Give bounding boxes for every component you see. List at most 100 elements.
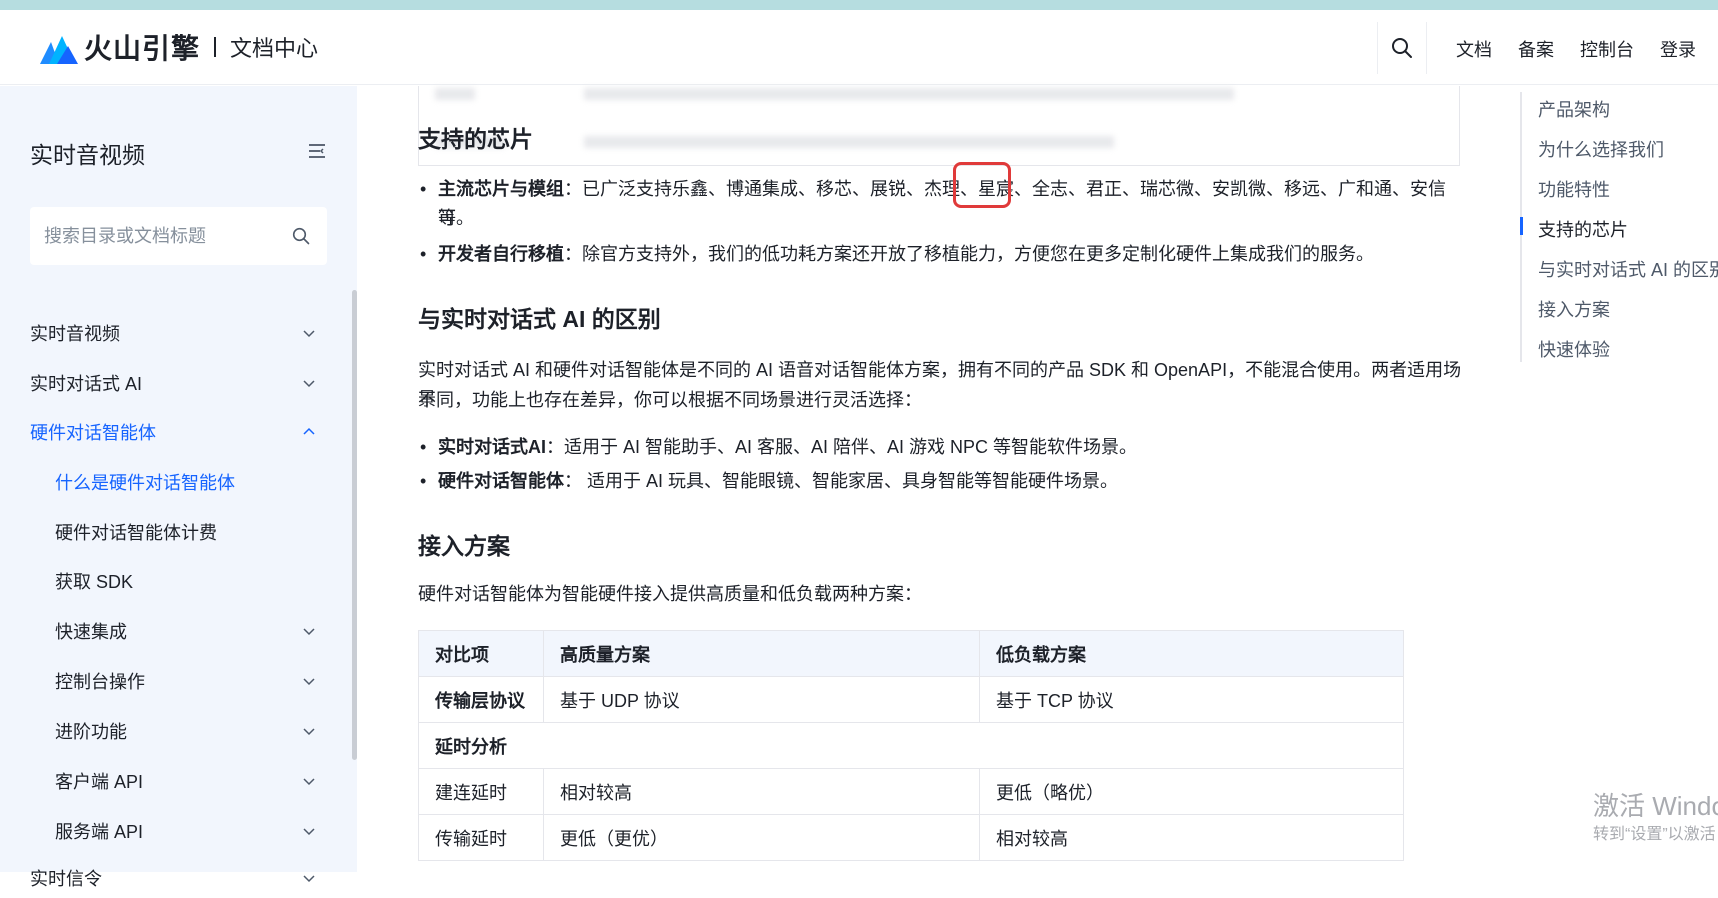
sidebar: 实时音视频 实时音视频 实时对话式 AI 硬件对话智能体 什么是硬件对话智能体 … bbox=[0, 86, 357, 889]
table-section-cell: 延时分析 bbox=[418, 722, 1404, 769]
sidebar-item-hardware-agent[interactable]: 硬件对话智能体 bbox=[30, 412, 330, 452]
highlight-box bbox=[953, 162, 1011, 208]
toc-item[interactable]: 产品架构 bbox=[1538, 96, 1610, 122]
sidebar-item-label: 进阶功能 bbox=[55, 722, 127, 742]
toc-active-marker bbox=[1520, 217, 1523, 235]
bullet-title: 实时对话式AI bbox=[438, 437, 546, 457]
bullet-text: ：已广泛支持乐鑫、博通集成、移芯、展锐、杰理、星宸、全志、君正、瑞芯微、安凯微、… bbox=[438, 179, 1446, 228]
bullet-continuation: 等。 bbox=[438, 208, 474, 228]
sidebar-item-quick-integration[interactable]: 快速集成 bbox=[55, 611, 330, 651]
table-header-cell: 高质量方案 bbox=[543, 630, 980, 677]
bullet-title: 开发者自行移植 bbox=[438, 244, 564, 264]
sidebar-item-realtime-signaling[interactable]: 实时信令 bbox=[30, 858, 330, 898]
previous-table-fragment bbox=[418, 86, 1460, 166]
sidebar-title: 实时音视频 bbox=[30, 142, 145, 168]
sidebar-item-label: 获取 SDK bbox=[55, 572, 134, 592]
table-header-cell: 低负载方案 bbox=[979, 630, 1404, 677]
sidebar-item-label: 服务端 API bbox=[55, 822, 144, 842]
bullet-text: ：除官方支持外，我们的低功耗方案还开放了移植能力，方便您在更多定制化硬件上集成我… bbox=[564, 244, 1374, 264]
table-header-row: 对比项 高质量方案 低负载方案 bbox=[418, 630, 1404, 677]
chevron-down-icon bbox=[303, 330, 315, 338]
heading-access-plan: 接入方案 bbox=[418, 533, 510, 559]
toc-item[interactable]: 接入方案 bbox=[1538, 296, 1610, 322]
table-row: 延时分析 bbox=[418, 722, 1404, 769]
chevron-down-icon bbox=[303, 828, 315, 836]
table-cell: 传输延时 bbox=[418, 814, 544, 861]
sidebar-item-label: 快速集成 bbox=[55, 622, 127, 642]
table-cell: 相对较高 bbox=[543, 768, 980, 815]
nav-docs[interactable]: 文档 bbox=[1456, 36, 1492, 62]
table-row: 传输延时 更低（更优） 相对较高 bbox=[418, 814, 1404, 861]
logo-divider bbox=[214, 37, 217, 57]
sidebar-item-rtc[interactable]: 实时音视频 bbox=[30, 313, 330, 353]
windows-activation-hint: 转到“设置”以激活 Windows。 bbox=[1593, 826, 1718, 843]
bullet-title: 硬件对话智能体 bbox=[438, 471, 564, 491]
access-paragraph: 硬件对话智能体为智能硬件接入提供高质量和低负载两种方案： bbox=[418, 584, 922, 604]
header-divider bbox=[1426, 22, 1427, 74]
sidebar-item-get-sdk[interactable]: 获取 SDK bbox=[55, 561, 330, 601]
sidebar-search-input[interactable] bbox=[44, 207, 284, 265]
sidebar-item-client-api[interactable]: 客户端 API bbox=[55, 761, 330, 801]
search-icon[interactable] bbox=[1390, 36, 1414, 60]
sidebar-item-label: 硬件对话智能体 bbox=[30, 423, 156, 443]
nav-login[interactable]: 登录 bbox=[1660, 36, 1696, 62]
bullet-hardware-agent: 硬件对话智能体： 适用于 AI 玩具、智能眼镜、智能家居、具身智能等智能硬件场景… bbox=[418, 467, 1458, 496]
sidebar-item-billing[interactable]: 硬件对话智能体计费 bbox=[55, 512, 330, 552]
table-cell: 基于 TCP 协议 bbox=[979, 676, 1404, 723]
sidebar-item-label: 客户端 API bbox=[55, 772, 144, 792]
sidebar-item-what-is-hardware-agent[interactable]: 什么是硬件对话智能体 bbox=[55, 462, 330, 502]
sidebar-item-label: 控制台操作 bbox=[55, 672, 145, 692]
sidebar-item-realtime-ai[interactable]: 实时对话式 AI bbox=[30, 363, 330, 403]
bullet-title: 主流芯片与模组 bbox=[438, 179, 564, 199]
blurred-text bbox=[584, 136, 1114, 148]
table-cell: 相对较高 bbox=[979, 814, 1404, 861]
comparison-table: 对比项 高质量方案 低负载方案 传输层协议 基于 UDP 协议 基于 TCP 协… bbox=[418, 630, 1404, 861]
nav-filing[interactable]: 备案 bbox=[1518, 36, 1554, 62]
table-cell: 更低（略优） bbox=[979, 768, 1404, 815]
search-icon[interactable] bbox=[292, 227, 310, 245]
sidebar-item-label: 实时对话式 AI bbox=[30, 374, 143, 394]
table-row: 传输层协议 基于 UDP 协议 基于 TCP 协议 bbox=[418, 676, 1404, 723]
toc-item[interactable]: 为什么选择我们 bbox=[1538, 136, 1664, 162]
chevron-down-icon bbox=[303, 778, 315, 786]
sidebar-item-label: 实时信令 bbox=[30, 869, 102, 889]
sidebar-item-console-ops[interactable]: 控制台操作 bbox=[55, 661, 330, 701]
site-header: 火山引擎 文档中心 文档 备案 控制台 登录 bbox=[0, 10, 1718, 85]
table-cell: 更低（更优） bbox=[543, 814, 980, 861]
toc-item-current[interactable]: 支持的芯片 bbox=[1538, 216, 1628, 242]
sidebar-item-server-api[interactable]: 服务端 API bbox=[55, 811, 330, 851]
chevron-down-icon bbox=[303, 728, 315, 736]
chevron-down-icon bbox=[303, 678, 315, 686]
table-cell: 基于 UDP 协议 bbox=[543, 676, 980, 723]
chevron-down-icon bbox=[303, 380, 315, 388]
blurred-text bbox=[435, 88, 475, 100]
browser-top-strip bbox=[0, 0, 1718, 10]
table-cell: 传输层协议 bbox=[418, 676, 544, 723]
table-header-cell: 对比项 bbox=[418, 630, 544, 677]
table-cell: 建连延时 bbox=[418, 768, 544, 815]
sidebar-search bbox=[30, 207, 327, 265]
toc-item[interactable]: 与实时对话式 AI 的区别 bbox=[1538, 256, 1718, 282]
top-nav: 文档 备案 控制台 登录 bbox=[1456, 36, 1696, 62]
logo[interactable]: 火山引擎 文档中心 bbox=[40, 30, 318, 64]
chevron-down-icon bbox=[303, 628, 315, 636]
sidebar-scrollbar[interactable] bbox=[352, 290, 357, 760]
toc-item[interactable]: 快速体验 bbox=[1538, 336, 1610, 362]
bullet-text: ：适用于 AI 智能助手、AI 客服、AI 陪伴、AI 游戏 NPC 等智能软件… bbox=[546, 437, 1138, 457]
bullet-developer-porting: 开发者自行移植：除官方支持外，我们的低功耗方案还开放了移植能力，方便您在更多定制… bbox=[418, 240, 1458, 269]
nav-console[interactable]: 控制台 bbox=[1580, 36, 1634, 62]
sidebar-item-label: 硬件对话智能体计费 bbox=[55, 523, 217, 543]
sidebar-item-label: 什么是硬件对话智能体 bbox=[55, 473, 235, 493]
chevron-down-icon bbox=[303, 875, 315, 883]
bullet-mainstream-chips: 主流芯片与模组：已广泛支持乐鑫、博通集成、移芯、展锐、杰理、星宸、全志、君正、瑞… bbox=[418, 175, 1458, 233]
brand-name: 火山引擎 bbox=[84, 33, 201, 64]
volcano-logo-icon bbox=[40, 36, 78, 64]
bullet-text: ： 适用于 AI 玩具、智能眼镜、智能家居、具身智能等智能硬件场景。 bbox=[564, 471, 1119, 491]
table-row: 建连延时 相对较高 更低（略优） bbox=[418, 768, 1404, 815]
sidebar-item-advanced[interactable]: 进阶功能 bbox=[55, 711, 330, 751]
bullet-realtime-ai: 实时对话式AI：适用于 AI 智能助手、AI 客服、AI 陪伴、AI 游戏 NP… bbox=[418, 433, 1458, 462]
heading-supported-chips: 支持的芯片 bbox=[418, 126, 533, 152]
toc-item[interactable]: 功能特性 bbox=[1538, 176, 1610, 202]
blurred-text bbox=[584, 88, 1234, 100]
collapse-menu-icon[interactable] bbox=[308, 143, 326, 159]
